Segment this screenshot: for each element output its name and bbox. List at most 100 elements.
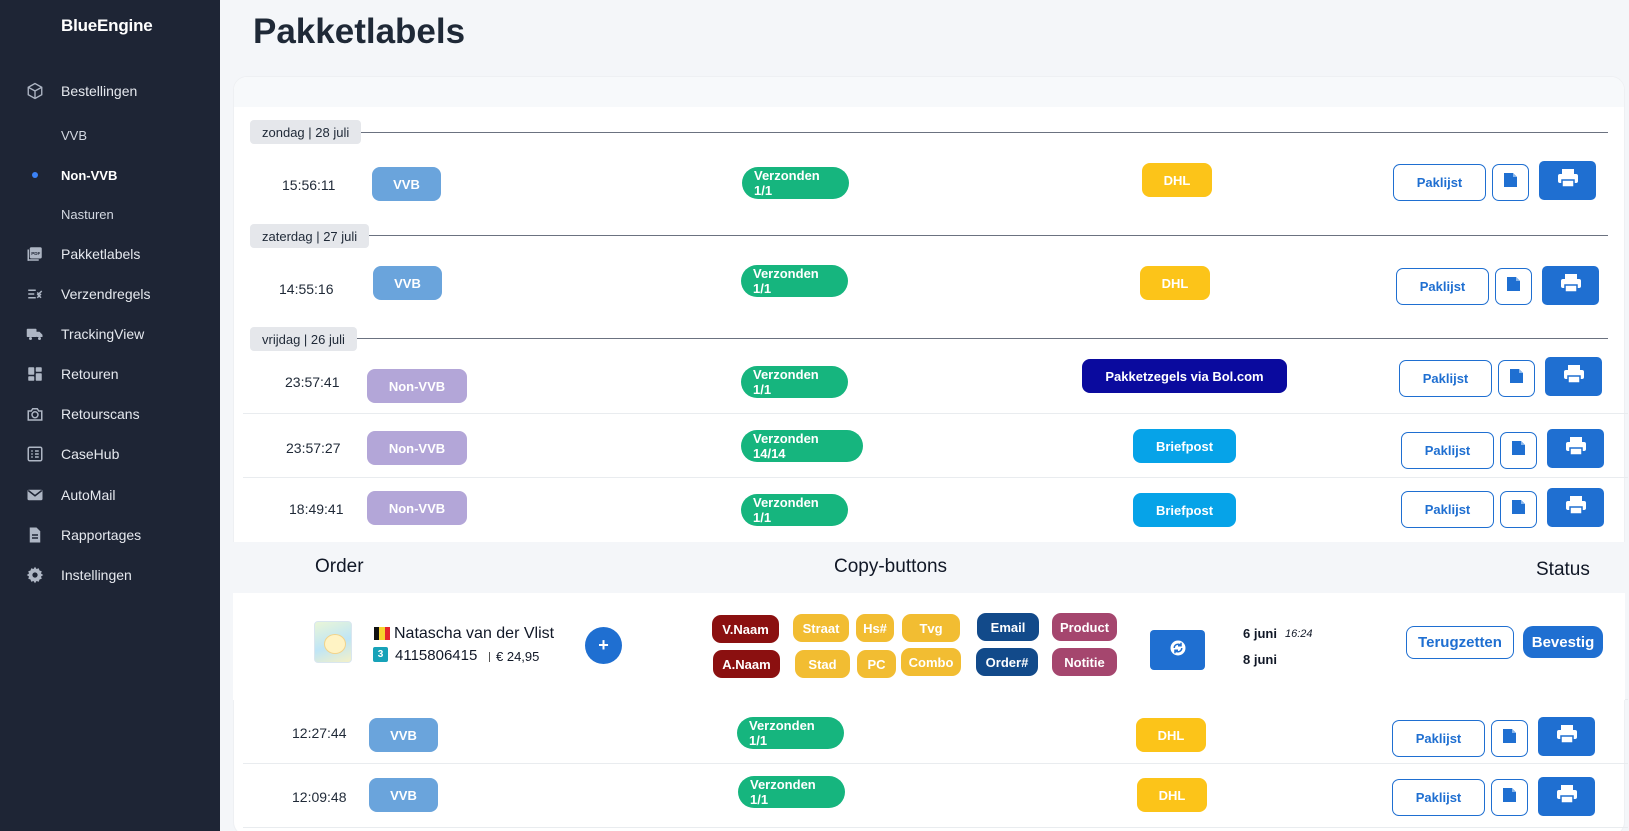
quantity-badge: 3 — [373, 647, 388, 662]
copy-notitie-button[interactable]: Notitie — [1052, 648, 1117, 676]
paklijst-button[interactable]: Paklijst — [1396, 268, 1489, 305]
copy-straat-button[interactable]: Straat — [793, 614, 849, 642]
row-time: 23:57:41 — [285, 374, 340, 390]
copy-postcode-button[interactable]: PC — [857, 650, 896, 678]
copy-stad-button[interactable]: Stad — [795, 650, 850, 678]
document-icon — [26, 526, 44, 544]
document-button[interactable] — [1500, 491, 1537, 528]
add-button[interactable]: + — [585, 627, 622, 664]
paklijst-button[interactable]: Paklijst — [1393, 164, 1486, 201]
document-button[interactable] — [1498, 360, 1535, 397]
order-time: 16:24 — [1285, 628, 1313, 640]
page-title: Pakketlabels — [253, 12, 466, 51]
sidebar-item-label: CaseHub — [61, 446, 120, 462]
copy-ordernumber-button[interactable]: Order# — [976, 648, 1038, 676]
print-button[interactable] — [1538, 777, 1595, 816]
file-icon — [1503, 172, 1518, 193]
date-divider — [250, 132, 1608, 133]
paklijst-button[interactable]: Paklijst — [1401, 432, 1494, 469]
pdf-icon: PDF — [26, 245, 44, 263]
sidebar-item-label: Non-VVB — [61, 167, 118, 183]
printer-icon — [1565, 436, 1587, 461]
status-badge: Verzonden 14/14 — [741, 430, 863, 462]
type-badge: Non-VVB — [367, 369, 467, 403]
paklijst-button[interactable]: Paklijst — [1399, 360, 1492, 397]
camera-icon — [26, 405, 44, 423]
order-price: € 24,95 — [496, 649, 540, 664]
type-badge: Non-VVB — [367, 491, 467, 525]
date-label: zondag | 28 juli — [250, 120, 362, 144]
sidebar-item-retouren[interactable]: Retouren — [0, 354, 220, 394]
carrier-badge: DHL — [1136, 718, 1206, 752]
document-button[interactable] — [1491, 720, 1528, 757]
sidebar-item-label: Retouren — [61, 366, 119, 382]
paklijst-button[interactable]: Paklijst — [1401, 491, 1494, 528]
sidebar-item-verzendregels[interactable]: Verzendregels — [0, 274, 220, 314]
status-badge: Verzonden 1/1 — [738, 776, 845, 808]
print-button[interactable] — [1538, 717, 1595, 756]
svg-text:PDF: PDF — [31, 251, 40, 256]
refresh-button[interactable] — [1150, 630, 1205, 670]
document-button[interactable] — [1500, 432, 1537, 469]
status-badge: Verzonden 1/1 — [741, 494, 848, 526]
sidebar: BlueEngine Bestellingen VVB Non-VVB Nast… — [0, 0, 220, 831]
carrier-badge: Briefpost — [1133, 493, 1236, 527]
printer-icon — [1556, 724, 1578, 749]
print-button[interactable] — [1547, 488, 1604, 527]
bevestig-button[interactable]: Bevestig — [1523, 626, 1603, 658]
terugzetten-button[interactable]: Terugzetten — [1406, 626, 1514, 659]
sidebar-item-label: Verzendregels — [61, 286, 151, 302]
sidebar-item-pakketlabels[interactable]: PDF Pakketlabels — [0, 234, 220, 274]
product-thumbnail — [314, 621, 352, 663]
print-button[interactable] — [1539, 161, 1596, 200]
row-divider — [243, 477, 1628, 478]
file-icon — [1511, 499, 1526, 520]
copy-email-button[interactable]: Email — [977, 613, 1039, 641]
printer-icon — [1557, 168, 1579, 193]
sidebar-item-rapportages[interactable]: Rapportages — [0, 515, 220, 555]
print-button[interactable] — [1547, 429, 1604, 468]
document-button[interactable] — [1495, 268, 1532, 305]
sidebar-item-retourscans[interactable]: Retourscans — [0, 394, 220, 434]
paklijst-button[interactable]: Paklijst — [1392, 720, 1485, 757]
sidebar-item-trackingview[interactable]: TrackingView — [0, 314, 220, 354]
status-badge: Verzonden 1/1 — [742, 167, 849, 199]
copy-toevoeging-button[interactable]: Tvg — [902, 614, 960, 642]
type-badge: VVB — [369, 718, 438, 752]
row-divider — [243, 763, 1628, 764]
document-button[interactable] — [1491, 779, 1528, 816]
type-badge: VVB — [369, 778, 438, 812]
sidebar-item-nasturen[interactable]: Nasturen — [0, 194, 220, 234]
belgium-flag-icon — [374, 627, 390, 640]
sidebar-item-label: AutoMail — [61, 487, 116, 503]
status-badge: Verzonden 1/1 — [741, 265, 848, 297]
copy-huisnummer-button[interactable]: Hs# — [856, 614, 894, 642]
sidebar-item-label: VVB — [61, 127, 88, 143]
print-button[interactable] — [1545, 357, 1602, 396]
sidebar-item-automail[interactable]: AutoMail — [0, 475, 220, 515]
copy-anaam-button[interactable]: A.Naam — [713, 650, 780, 678]
copy-buttons-header: Copy-buttons — [834, 556, 948, 577]
envelope-icon — [26, 486, 44, 504]
sidebar-item-non-vvb[interactable]: Non-VVB — [0, 155, 220, 195]
date-label: zaterdag | 27 juli — [250, 224, 370, 248]
paklijst-button[interactable]: Paklijst — [1392, 779, 1485, 816]
list-check-icon — [26, 285, 44, 303]
copy-product-button[interactable]: Product — [1052, 613, 1117, 641]
file-icon — [1502, 787, 1517, 808]
row-time: 14:55:16 — [279, 281, 334, 297]
copy-vnaam-button[interactable]: V.Naam — [712, 615, 779, 643]
sidebar-item-casehub[interactable]: CaseHub — [0, 434, 220, 474]
print-button[interactable] — [1542, 266, 1599, 305]
document-button[interactable] — [1492, 164, 1529, 201]
date-divider — [250, 235, 1608, 236]
carrier-badge: Pakketzegels via Bol.com — [1082, 359, 1287, 393]
sidebar-item-bestellingen[interactable]: Bestellingen — [0, 71, 220, 111]
sidebar-item-vvb[interactable]: VVB — [0, 115, 220, 155]
gear-icon — [26, 566, 44, 584]
status-badge: Verzonden 1/1 — [737, 717, 844, 749]
grid-icon — [26, 365, 44, 383]
order-number: 4115806415 — [395, 647, 478, 664]
copy-combo-button[interactable]: Combo — [901, 648, 961, 676]
sidebar-item-instellingen[interactable]: Instellingen — [0, 555, 220, 595]
